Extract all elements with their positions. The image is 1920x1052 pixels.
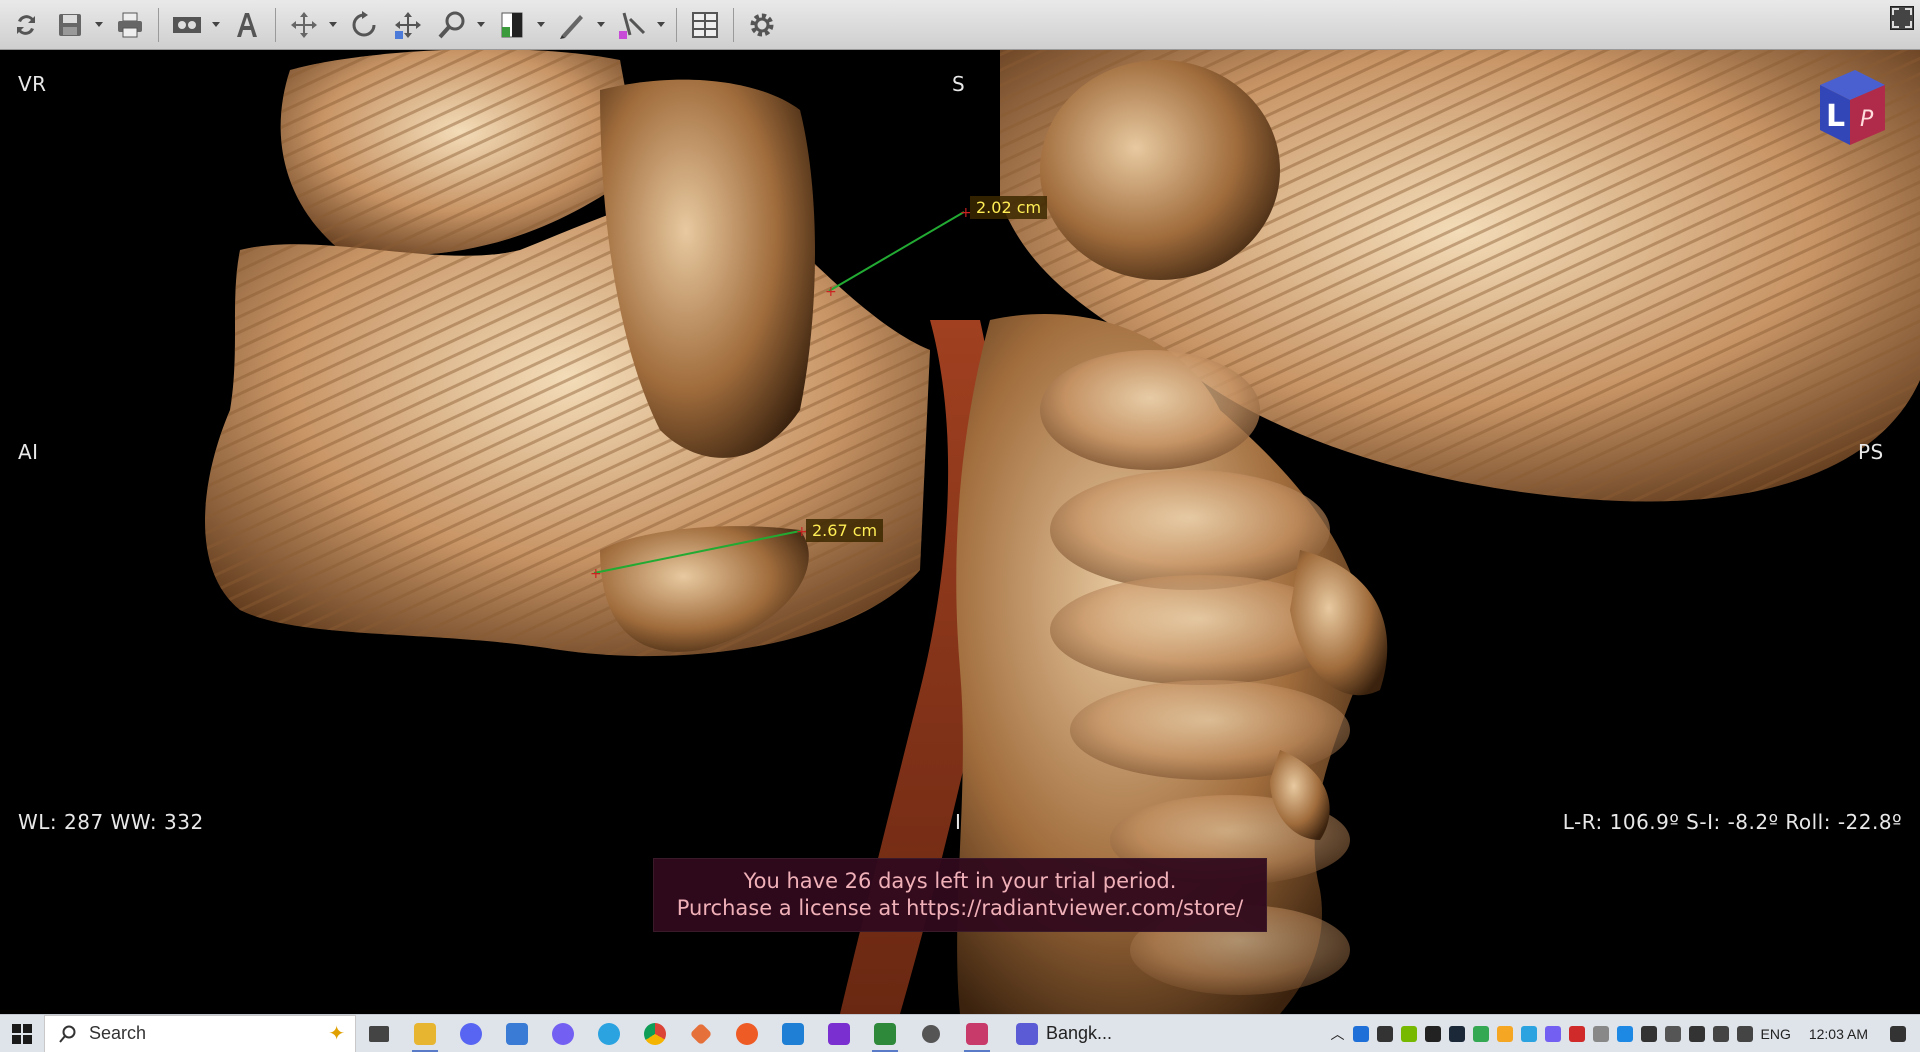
pan-dropdown-chevron-down-icon[interactable] xyxy=(328,5,338,45)
task-view-icon[interactable] xyxy=(356,1015,402,1052)
draw-tool-icon[interactable] xyxy=(552,5,592,45)
tray-nvidia-icon[interactable] xyxy=(1400,1025,1417,1042)
settings-icon[interactable] xyxy=(742,5,782,45)
search-placeholder: Search xyxy=(89,1023,147,1043)
orientation-cube[interactable]: L P xyxy=(1810,60,1890,150)
layout-icon[interactable] xyxy=(685,5,725,45)
orientation-right-label: PS xyxy=(1858,440,1884,464)
pan-tool-icon[interactable] xyxy=(284,5,324,45)
jetbrains-icon[interactable] xyxy=(816,1015,862,1052)
cube-face-left: L xyxy=(1826,99,1845,134)
move-icon[interactable] xyxy=(388,5,428,45)
zoom-icon[interactable] xyxy=(432,5,472,45)
rotation-readout: L-R: 106.9º S-I: -8.2º Roll: -22.8º xyxy=(1562,810,1902,834)
orientation-bottom-label: I xyxy=(955,810,962,834)
copilot-sparkle-icon[interactable]: ✦ xyxy=(328,1021,345,1046)
measurement-label-1[interactable]: 2.02 cm xyxy=(970,196,1048,219)
wifi-icon[interactable] xyxy=(1712,1025,1729,1042)
vscode-icon[interactable] xyxy=(770,1015,816,1052)
system-tray: ︿ ENG 12:03 AM xyxy=(1331,1015,1920,1052)
orientation-top-label: S xyxy=(952,72,966,96)
svg-text:+: + xyxy=(825,284,837,300)
window-level-dropdown-chevron-down-icon[interactable] xyxy=(536,5,546,45)
tray-app-icon[interactable] xyxy=(1352,1025,1369,1042)
print-icon[interactable] xyxy=(110,5,150,45)
trial-notice-line1: You have 26 days left in your trial peri… xyxy=(743,869,1177,893)
window-level-icon[interactable] xyxy=(492,5,532,45)
trial-notice-line2[interactable]: Purchase a license at https://radiantvie… xyxy=(654,895,1266,922)
viber-icon[interactable] xyxy=(540,1015,586,1052)
measure-tool-icon[interactable] xyxy=(612,5,652,45)
tray-security-icon[interactable] xyxy=(1640,1025,1657,1042)
rotate-icon[interactable] xyxy=(344,5,384,45)
toolbar xyxy=(0,0,1920,50)
chrome-icon[interactable] xyxy=(632,1015,678,1052)
start-button[interactable] xyxy=(0,1015,44,1052)
view-mode-label: VR xyxy=(18,72,47,96)
refresh-icon[interactable] xyxy=(6,5,46,45)
toolbar-divider xyxy=(676,7,677,42)
clock[interactable]: 12:03 AM xyxy=(1809,1026,1868,1042)
measurement-label-2[interactable]: 2.67 cm xyxy=(806,519,884,542)
cine-icon[interactable] xyxy=(167,5,207,45)
search-icon xyxy=(59,1025,76,1043)
toolbar-divider xyxy=(275,7,276,42)
tray-app-icon[interactable] xyxy=(1520,1025,1537,1042)
save-icon[interactable] xyxy=(50,5,90,45)
volume-icon[interactable] xyxy=(1736,1025,1753,1042)
notifications-icon[interactable] xyxy=(1890,1025,1906,1042)
discord-icon[interactable] xyxy=(448,1015,494,1052)
tray-app-icon[interactable] xyxy=(1616,1025,1633,1042)
volume-render-viewport[interactable]: + + + + VR S AI PS I WL: 287 WW: 332 L-R… xyxy=(0,50,1920,1014)
tray-app-icon[interactable] xyxy=(1376,1025,1393,1042)
measurement-line-1 xyxy=(828,211,965,292)
language-indicator[interactable]: ENG xyxy=(1761,1026,1791,1042)
taskbar-search[interactable]: Search ✦ xyxy=(44,1014,356,1052)
toolbar-divider xyxy=(733,7,734,42)
annotation-text-icon[interactable] xyxy=(227,5,267,45)
file-explorer-icon[interactable] xyxy=(402,1015,448,1052)
windows-taskbar: Search ✦ Bangk... ︿ ENG 12:03 AM xyxy=(0,1014,1920,1052)
settings-gear-icon[interactable] xyxy=(908,1015,954,1052)
radiant-viewer-icon[interactable] xyxy=(862,1015,908,1052)
tray-app-icon[interactable] xyxy=(1592,1025,1609,1042)
cube-face-right: P xyxy=(1860,107,1874,132)
tray-app-icon[interactable] xyxy=(1568,1025,1585,1042)
fullscreen-toggle-icon[interactable] xyxy=(1890,6,1914,30)
draw-dropdown-chevron-down-icon[interactable] xyxy=(596,5,606,45)
git-icon[interactable] xyxy=(678,1015,724,1052)
media-title: Bangk... xyxy=(1046,1023,1113,1043)
orientation-left-label: AI xyxy=(18,440,39,464)
windows-logo-icon xyxy=(12,1023,32,1044)
window-level-readout: WL: 287 WW: 332 xyxy=(18,810,204,834)
trial-notice: You have 26 days left in your trial peri… xyxy=(653,858,1267,932)
tray-device-icon[interactable] xyxy=(1664,1025,1681,1042)
telegram-icon[interactable] xyxy=(586,1015,632,1052)
save-dropdown-chevron-down-icon[interactable] xyxy=(94,5,104,45)
measure-dropdown-chevron-down-icon[interactable] xyxy=(656,5,666,45)
tray-app-icon[interactable] xyxy=(1496,1025,1513,1042)
photos-icon[interactable] xyxy=(494,1015,540,1052)
tray-steam-icon[interactable] xyxy=(1448,1025,1465,1042)
media-player-pill[interactable]: Bangk... xyxy=(1008,1015,1120,1052)
tray-overflow-chevron-up-icon[interactable]: ︿ xyxy=(1331,1024,1345,1044)
cine-dropdown-chevron-down-icon[interactable] xyxy=(211,5,221,45)
svg-text:+: + xyxy=(590,566,602,582)
radiant-viewer-window: + + + + VR S AI PS I WL: 287 WW: 332 L-R… xyxy=(0,0,1920,1052)
tray-drive-icon[interactable] xyxy=(1472,1025,1489,1042)
toolbar-divider xyxy=(158,7,159,42)
media-play-icon xyxy=(1016,1022,1038,1045)
tray-viber-icon[interactable] xyxy=(1544,1025,1561,1042)
zoom-dropdown-chevron-down-icon[interactable] xyxy=(476,5,486,45)
tray-app-icon[interactable] xyxy=(1424,1025,1441,1042)
postman-icon[interactable] xyxy=(724,1015,770,1052)
app-k-icon[interactable] xyxy=(954,1015,1000,1052)
battery-icon[interactable] xyxy=(1688,1025,1705,1042)
